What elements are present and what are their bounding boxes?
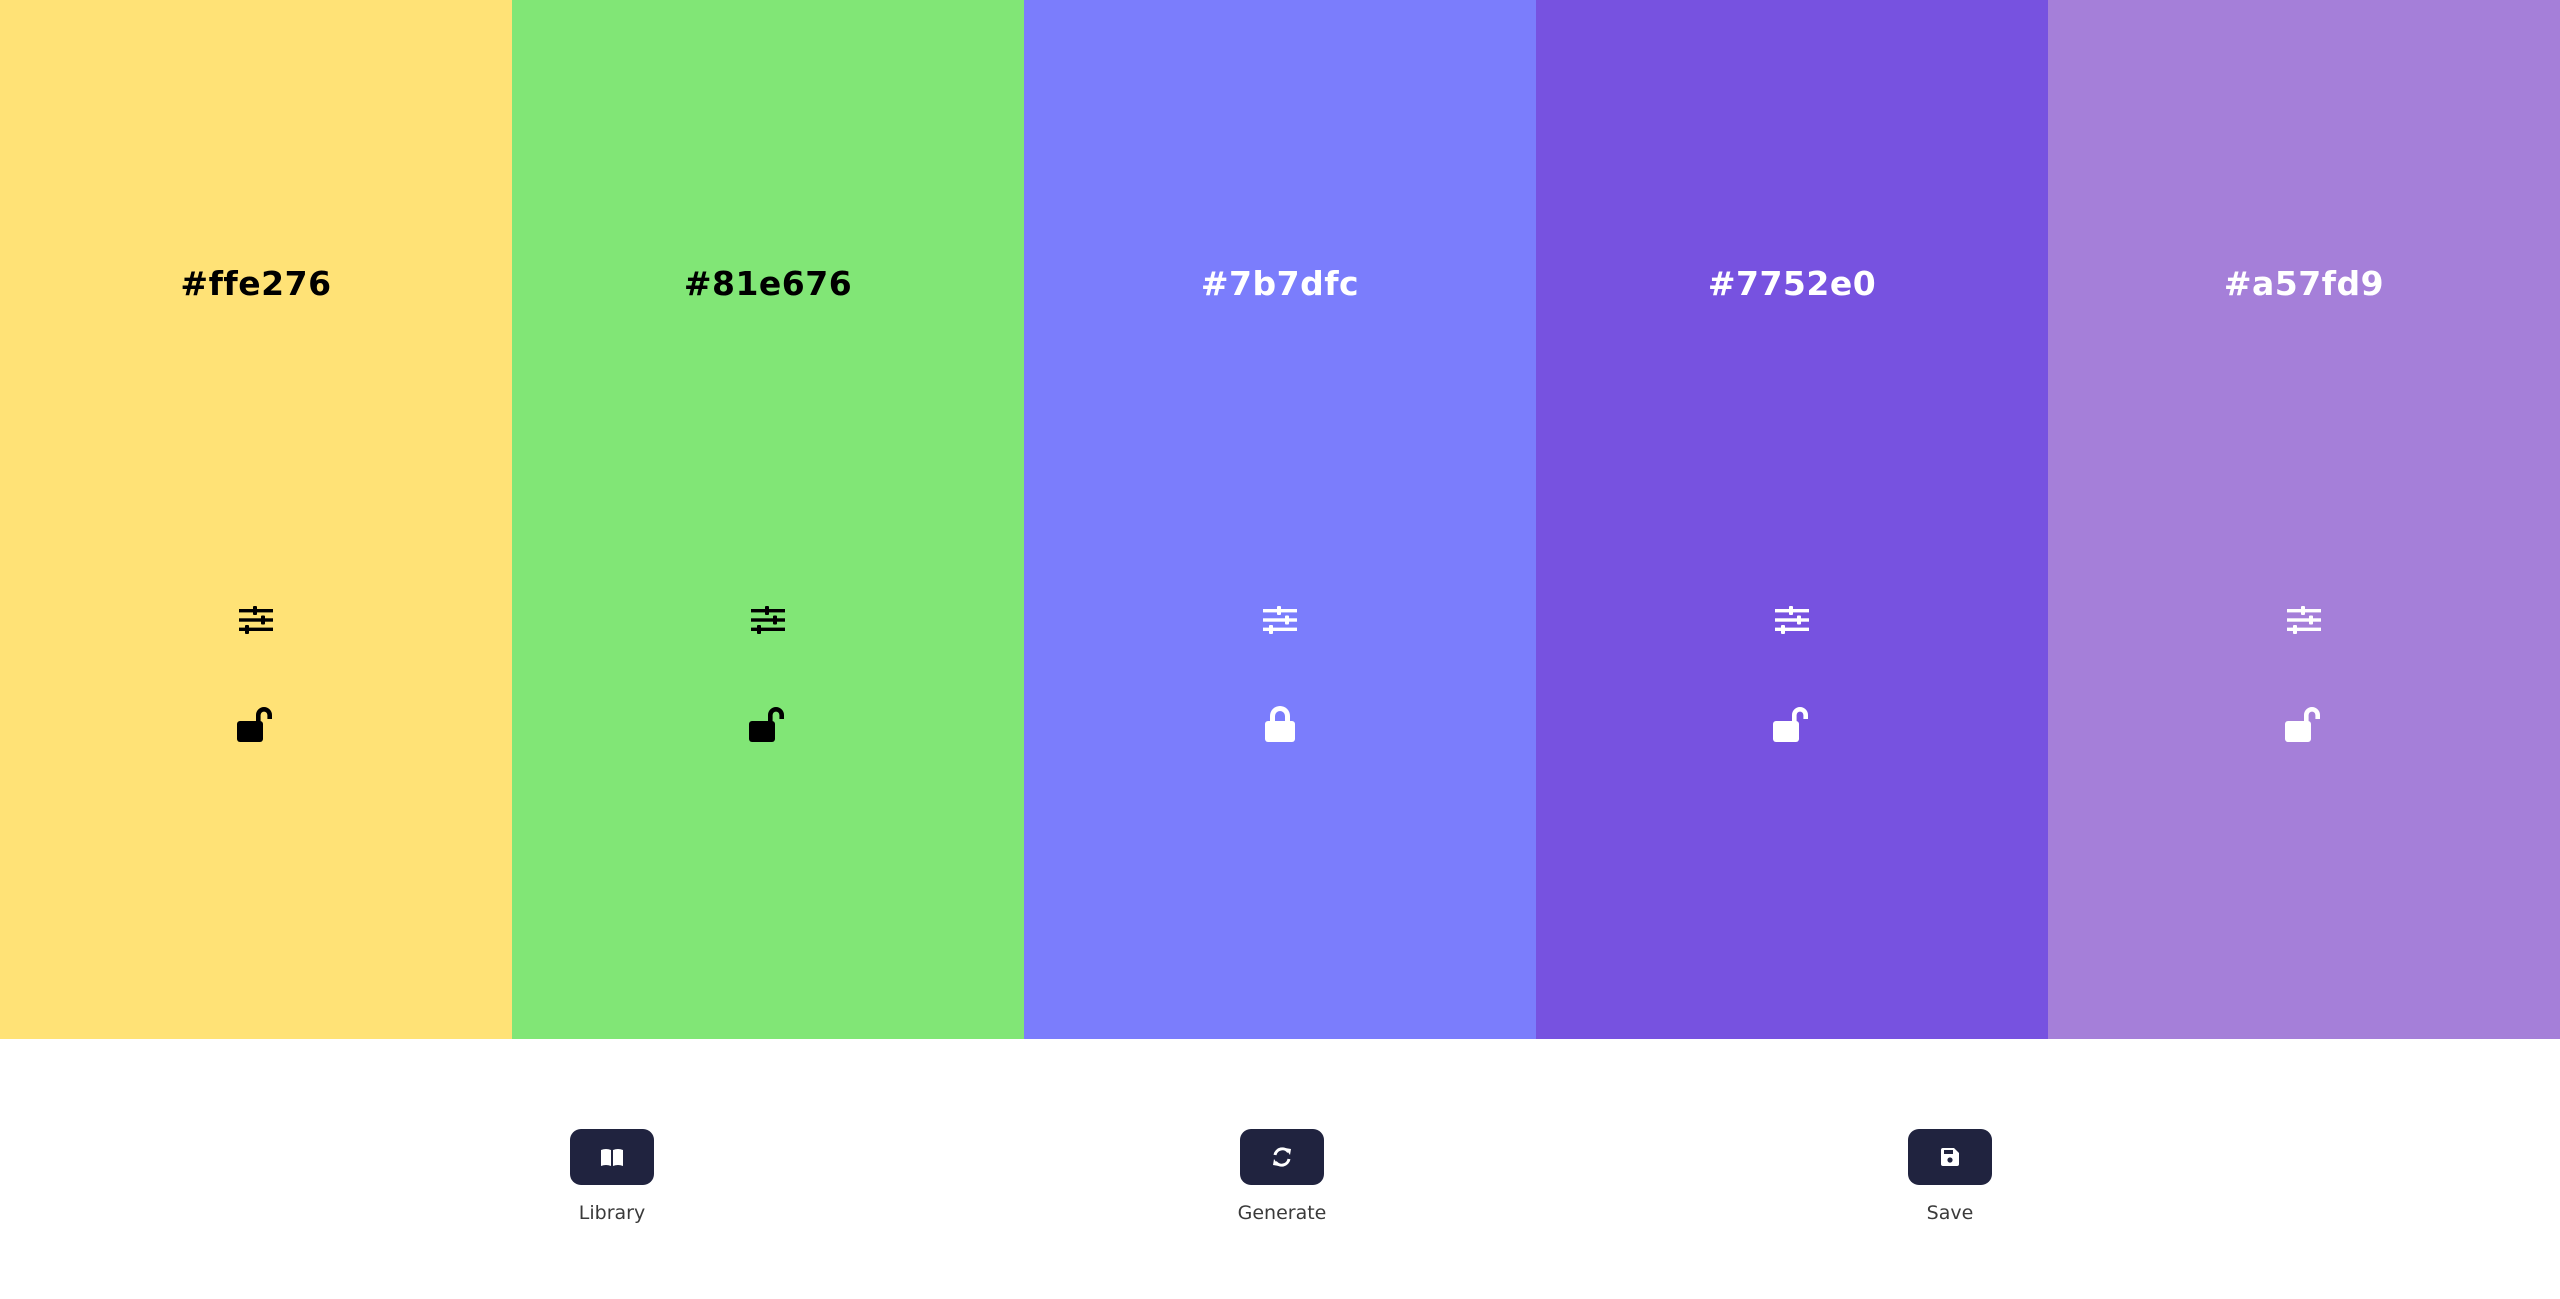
sliders-icon <box>751 606 785 634</box>
generate-action[interactable]: Generate <box>1237 1129 1327 1225</box>
library-label: Library <box>578 1202 646 1224</box>
adjust-button[interactable] <box>224 594 288 646</box>
adjust-button[interactable] <box>1760 594 1824 646</box>
color-swatch-3: #7b7dfc <box>1024 0 1536 1039</box>
sliders-icon <box>1263 606 1297 634</box>
lock-open-icon <box>1773 707 1808 742</box>
lock-toggle-button[interactable] <box>736 696 800 752</box>
generate-button[interactable] <box>1240 1129 1324 1185</box>
lock-open-icon <box>2285 707 2320 742</box>
library-action[interactable]: Library <box>570 1129 654 1225</box>
lock-open-icon <box>749 707 784 742</box>
color-swatch-2: #81e676 <box>512 0 1024 1039</box>
save-action[interactable]: Save <box>1908 1129 1992 1225</box>
hex-code[interactable]: #81e676 <box>512 262 1024 306</box>
refresh-icon <box>1273 1147 1291 1167</box>
book-open-icon <box>601 1149 623 1166</box>
hex-code[interactable]: #7b7dfc <box>1024 262 1536 306</box>
adjust-button[interactable] <box>2272 594 2336 646</box>
lock-open-icon <box>237 707 272 742</box>
sliders-icon <box>2287 606 2321 634</box>
lock-toggle-button[interactable] <box>1760 696 1824 752</box>
library-button[interactable] <box>570 1129 654 1185</box>
color-swatch-1: #ffe276 <box>0 0 512 1039</box>
color-palette: #ffe276 #81e676 #7b7dfc #7752e0 #a57fd9 <box>0 0 2560 1039</box>
adjust-button[interactable] <box>736 594 800 646</box>
hex-code[interactable]: #a57fd9 <box>2048 262 2560 306</box>
hex-code[interactable]: #7752e0 <box>1536 262 2048 306</box>
generate-label: Generate <box>1237 1202 1327 1224</box>
lock-toggle-button[interactable] <box>1248 696 1312 752</box>
color-swatch-5: #a57fd9 <box>2048 0 2560 1039</box>
adjust-button[interactable] <box>1248 594 1312 646</box>
lock-toggle-button[interactable] <box>224 696 288 752</box>
lock-toggle-button[interactable] <box>2272 696 2336 752</box>
save-label: Save <box>1926 1202 1974 1224</box>
hex-code[interactable]: #ffe276 <box>0 262 512 306</box>
sliders-icon <box>1775 606 1809 634</box>
lock-icon <box>1265 706 1295 742</box>
floppy-disk-icon <box>1941 1148 1959 1166</box>
bottom-toolbar: Library Generate Save <box>0 1039 2560 1299</box>
sliders-icon <box>239 606 273 634</box>
color-swatch-4: #7752e0 <box>1536 0 2048 1039</box>
save-button[interactable] <box>1908 1129 1992 1185</box>
